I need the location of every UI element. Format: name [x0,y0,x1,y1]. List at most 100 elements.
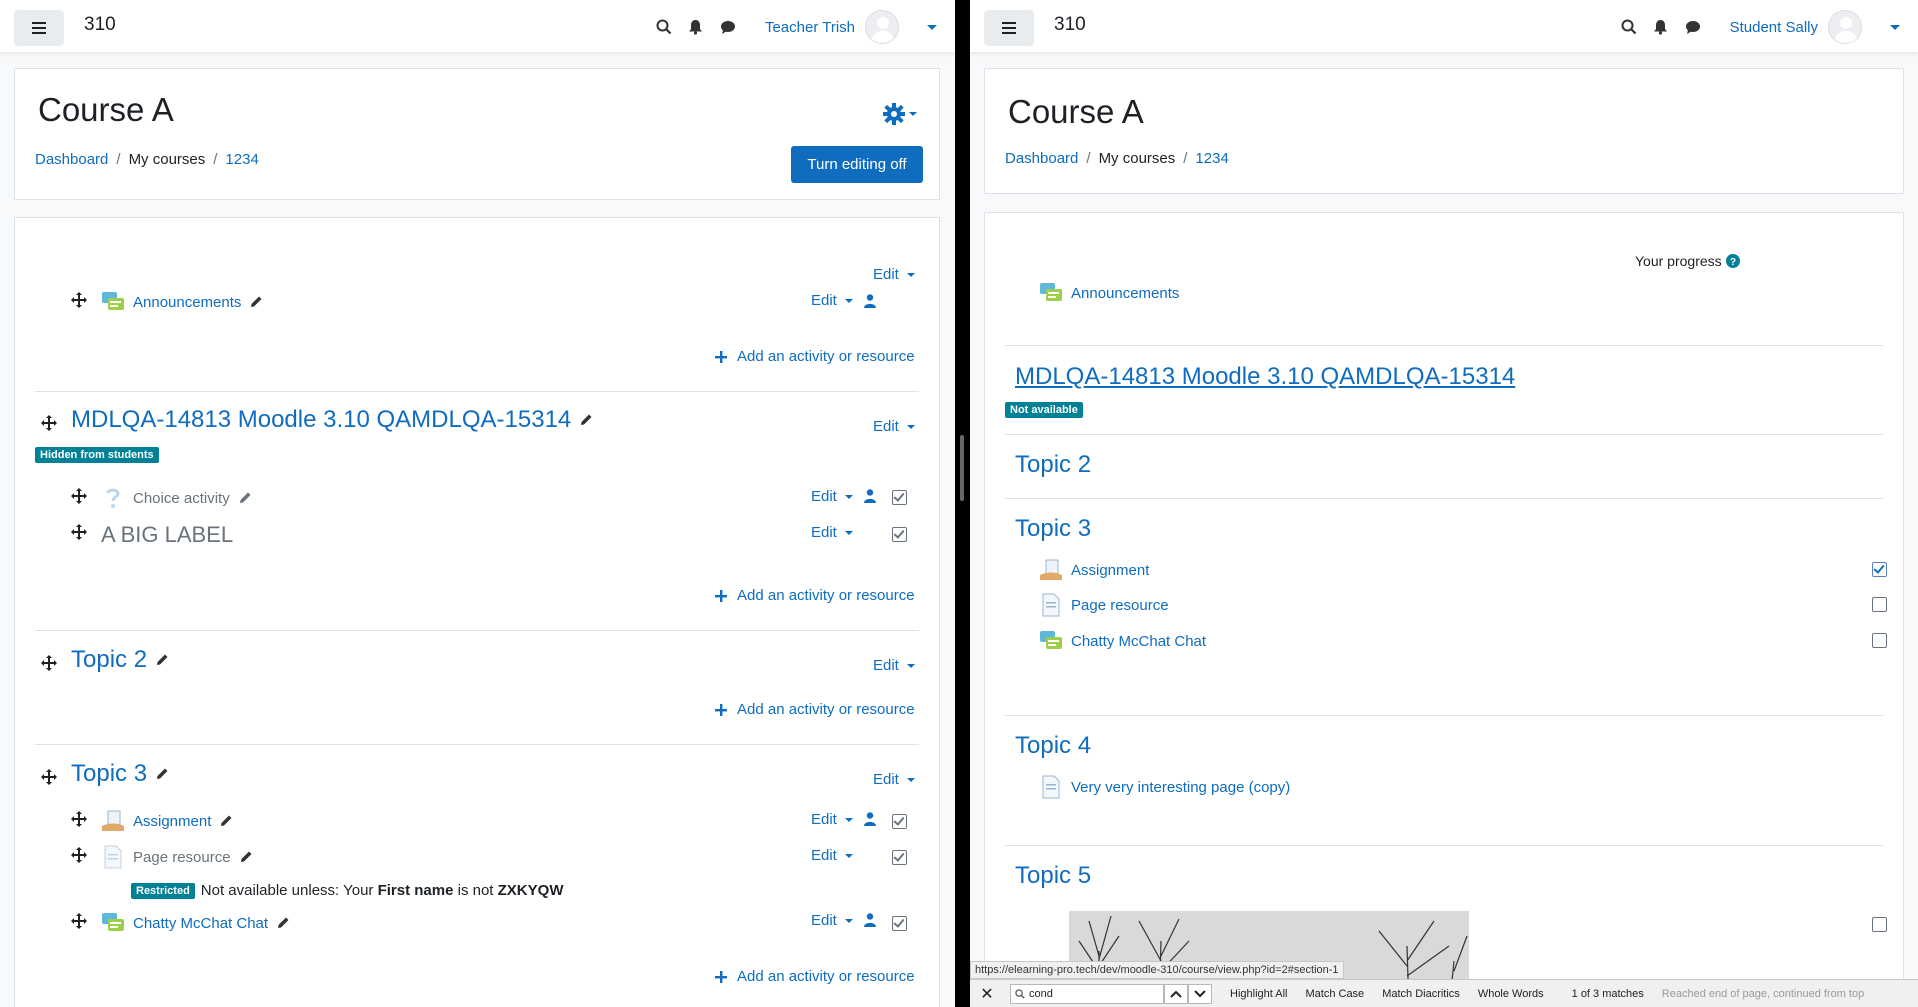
person-icon[interactable] [864,489,876,503]
section-title[interactable]: Topic 4 [1015,732,1091,760]
activity-link[interactable]: Page resource [133,849,231,866]
activity-link[interactable]: Chatty McChat Chat [133,915,268,932]
section-title[interactable]: Topic 5 [1015,862,1091,890]
page-header: Course A Dashboard / My courses / 1234 [984,68,1904,194]
site-name[interactable]: 310 [84,14,116,36]
activity-link[interactable]: Chatty McChat Chat [1071,633,1206,650]
person-icon[interactable] [864,812,876,826]
pencil-icon[interactable] [155,653,169,667]
breadcrumb-dashboard[interactable]: Dashboard [1005,150,1078,167]
chat-bubble-icon[interactable] [717,16,739,38]
completion-checkbox[interactable] [892,916,907,931]
match-diacritics-toggle[interactable]: Match Diacritics [1382,988,1460,1000]
match-count: 1 of 3 matches [1571,987,1644,1000]
search-icon[interactable] [653,16,675,38]
drawer-toggle-button[interactable] [984,10,1034,46]
activity-link[interactable]: Very very interesting page (copy) [1071,779,1290,796]
chevron-down-icon[interactable] [1890,24,1900,30]
split-view-divider[interactable] [960,435,964,501]
section-edit-menu[interactable]: Edit [873,771,915,788]
activity-edit-menu[interactable]: Edit [811,847,853,864]
move-icon[interactable] [41,655,57,671]
section-title[interactable]: MDLQA-14813 Moodle 3.10 QAMDLQA-15314 [1015,363,1515,391]
move-icon[interactable] [71,524,87,540]
section-title[interactable]: Topic 2 [1015,451,1091,479]
completion-checkbox[interactable] [892,490,907,505]
completion-checkbox[interactable] [1872,633,1887,648]
completion-checkbox[interactable] [892,814,907,829]
activity-edit-menu[interactable]: Edit [811,292,853,309]
section-title[interactable]: Topic 2 [71,646,147,674]
section-title[interactable]: MDLQA-14813 Moodle 3.10 QAMDLQA-15314 [71,406,571,434]
section-title[interactable]: Topic 3 [71,760,147,788]
find-input[interactable]: cond [1010,983,1164,1004]
breadcrumb-dashboard[interactable]: Dashboard [35,151,108,168]
drawer-toggle-button[interactable] [14,10,64,46]
activity-edit-menu[interactable]: Edit [811,524,853,541]
move-icon[interactable] [71,488,87,504]
activity-edit-menu[interactable]: Edit [811,811,853,828]
activity-edit-menu[interactable]: Edit [811,912,853,929]
bell-icon[interactable] [1650,16,1672,38]
completion-checkbox[interactable] [1872,597,1887,612]
move-icon[interactable] [71,847,87,863]
pencil-icon[interactable] [239,850,253,864]
completion-checkbox[interactable] [892,527,907,542]
close-icon[interactable]: ✕ [976,984,998,1004]
pencil-icon[interactable] [219,814,233,828]
completion-checkbox[interactable] [1872,917,1887,932]
completion-checkbox[interactable] [1872,562,1887,577]
activity-link[interactable]: Assignment [1071,562,1149,579]
chevron-down-icon[interactable] [927,24,937,30]
pencil-icon[interactable] [579,413,593,427]
move-icon[interactable] [71,292,87,308]
user-menu-name[interactable]: Teacher Trish [765,19,855,36]
whole-words-toggle[interactable]: Whole Words [1478,988,1544,1000]
activity-link[interactable]: Announcements [133,294,241,311]
add-activity-link[interactable]: Add an activity or resource [715,587,915,604]
add-activity-link[interactable]: Add an activity or resource [715,968,915,985]
section-edit-menu[interactable]: Edit [873,266,915,283]
person-icon[interactable] [864,294,876,308]
section-edit-menu[interactable]: Edit [873,418,915,435]
pencil-icon[interactable] [155,767,169,781]
activity-link[interactable]: Announcements [1071,285,1179,302]
find-previous-button[interactable] [1164,983,1188,1004]
highlight-all-toggle[interactable]: Highlight All [1230,988,1287,1000]
person-icon[interactable] [864,913,876,927]
bell-icon[interactable] [685,16,707,38]
section-title[interactable]: Topic 3 [1015,515,1091,543]
pencil-icon[interactable] [276,916,290,930]
add-activity-link[interactable]: Add an activity or resource [715,348,915,365]
turn-editing-off-button[interactable]: Turn editing off [791,146,923,183]
avatar[interactable] [865,10,899,44]
find-bar: ✕ cond Highlight All Match Case Match Di… [970,979,1918,1007]
breadcrumb-course[interactable]: 1234 [225,151,258,168]
move-icon[interactable] [71,913,87,929]
gear-icon[interactable] [883,103,905,125]
move-icon[interactable] [71,811,87,827]
search-icon[interactable] [1618,16,1640,38]
avatar[interactable] [1828,10,1862,44]
pencil-icon[interactable] [249,295,263,309]
chat-bubble-icon[interactable] [1682,16,1704,38]
find-next-button[interactable] [1188,983,1212,1004]
breadcrumb-course[interactable]: 1234 [1195,150,1228,167]
settings-menu[interactable] [883,103,917,125]
activity-link[interactable]: Choice activity [133,490,230,507]
section-edit-menu[interactable]: Edit [873,657,915,674]
completion-checkbox[interactable] [892,850,907,865]
activity-link[interactable]: Assignment [133,813,211,830]
match-case-toggle[interactable]: Match Case [1305,988,1364,1000]
add-activity-link[interactable]: Add an activity or resource [715,701,915,718]
status-url: https://elearning-pro.tech/dev/moodle-31… [970,961,1344,979]
help-icon[interactable]: ? [1725,254,1740,268]
site-name[interactable]: 310 [1054,14,1086,36]
move-icon[interactable] [41,769,57,785]
pencil-icon[interactable] [238,491,252,505]
activity-edit-menu[interactable]: Edit [811,488,853,505]
user-menu-name[interactable]: Student Sally [1730,19,1818,36]
move-icon[interactable] [41,415,57,431]
restriction-info: Restricted Not available unless: Your Fi… [131,882,563,899]
activity-link[interactable]: Page resource [1071,597,1169,614]
